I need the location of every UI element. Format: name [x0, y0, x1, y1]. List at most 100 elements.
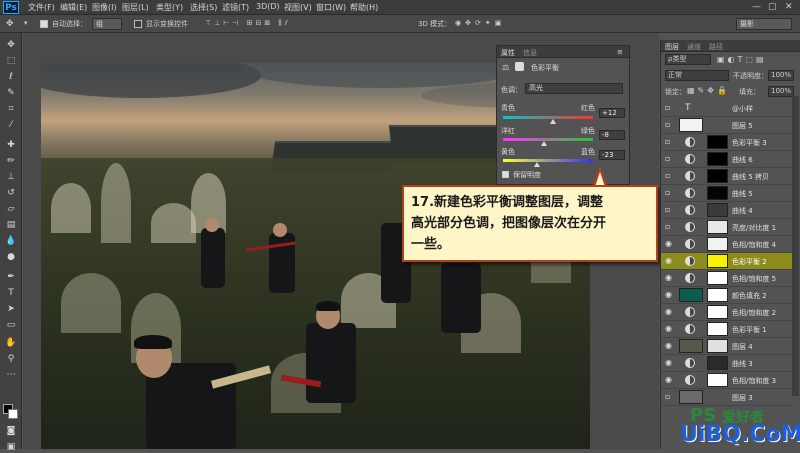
layer-row[interactable]: ▫ 曲线 6: [661, 151, 793, 168]
magenta-green-value[interactable]: -8: [599, 130, 625, 140]
tab-properties[interactable]: 属性: [501, 48, 515, 58]
layer-mask-thumbnail[interactable]: [707, 322, 728, 336]
eye-icon[interactable]: ◉: [665, 342, 674, 350]
layer-mask-thumbnail[interactable]: [707, 339, 728, 353]
path-select-tool-icon[interactable]: ➤: [4, 303, 18, 315]
background-color-swatch[interactable]: [8, 409, 18, 419]
eye-hidden-icon[interactable]: ▫: [665, 189, 674, 197]
layer-row[interactable]: ◉ 色相/饱和度 3: [661, 372, 793, 389]
tool-preset-chevron-icon[interactable]: ▾: [24, 19, 28, 27]
fill-input[interactable]: 100%: [768, 86, 794, 97]
menu-image[interactable]: 图像(I): [92, 2, 117, 13]
layer-row[interactable]: ◉ 色相/饱和度 4: [661, 236, 793, 253]
auto-select-dropdown[interactable]: 组: [92, 18, 122, 30]
layer-mask-thumbnail[interactable]: [707, 203, 728, 217]
layer-thumbnail[interactable]: [679, 390, 703, 404]
more-tools-icon[interactable]: ⋯: [4, 369, 18, 381]
layer-row[interactable]: ▫ 图层 5: [661, 117, 793, 134]
layer-mask-thumbnail[interactable]: [707, 373, 728, 387]
tab-info[interactable]: 信息: [523, 48, 537, 58]
eye-hidden-icon[interactable]: ▫: [665, 393, 674, 401]
tab-layers[interactable]: 图层: [665, 42, 679, 52]
type-tool-icon[interactable]: T: [4, 287, 18, 299]
maximize-icon[interactable]: ▢: [768, 2, 777, 12]
tone-dropdown[interactable]: 高光: [525, 83, 623, 94]
layer-row[interactable]: ▫ 色彩平衡 3: [661, 134, 793, 151]
menu-window[interactable]: 窗口(W): [316, 2, 346, 13]
minimize-icon[interactable]: —: [752, 2, 761, 12]
layer-thumbnail[interactable]: [679, 118, 703, 132]
eye-hidden-icon[interactable]: ▫: [665, 172, 674, 180]
layer-row[interactable]: ◉ 色相/饱和度 5: [661, 270, 793, 287]
mask-icon[interactable]: [515, 62, 524, 71]
tab-paths[interactable]: 路径: [709, 42, 723, 52]
gradient-tool-icon[interactable]: ▤: [4, 219, 18, 231]
move-tool-icon[interactable]: ✥: [6, 19, 14, 29]
menu-select[interactable]: 选择(S): [190, 2, 217, 13]
layers-scrollbar[interactable]: [792, 96, 799, 396]
dodge-tool-icon[interactable]: ●: [4, 251, 18, 263]
layer-row[interactable]: ◉ 颜色填充 2: [661, 287, 793, 304]
eye-icon[interactable]: ◉: [665, 291, 674, 299]
lasso-tool-icon[interactable]: ℓ: [4, 71, 18, 83]
cyan-red-slider[interactable]: [503, 116, 593, 119]
eye-hidden-icon[interactable]: ▫: [665, 138, 674, 146]
menu-type[interactable]: 类型(Y): [156, 2, 183, 13]
eraser-tool-icon[interactable]: ▱: [4, 203, 18, 215]
layer-mask-thumbnail[interactable]: [707, 288, 728, 302]
eye-icon[interactable]: ◉: [665, 240, 674, 248]
zoom-tool-icon[interactable]: ⚲: [4, 353, 18, 365]
hand-tool-icon[interactable]: ✋: [4, 337, 18, 349]
yellow-blue-value[interactable]: -23: [599, 150, 625, 160]
opacity-input[interactable]: 100%: [768, 70, 794, 81]
eye-hidden-icon[interactable]: ▫: [665, 206, 674, 214]
layer-row[interactable]: ◉ 色彩平衡 2: [661, 253, 793, 270]
layer-thumbnail[interactable]: [679, 339, 703, 353]
menu-file[interactable]: 文件(F): [28, 2, 55, 13]
eye-hidden-icon[interactable]: ▫: [665, 155, 674, 163]
eye-icon[interactable]: ◉: [665, 257, 674, 265]
stamp-tool-icon[interactable]: ⊥: [4, 171, 18, 183]
history-brush-tool-icon[interactable]: ↺: [4, 187, 18, 199]
panel-menu-icon[interactable]: ≡: [617, 48, 623, 56]
magenta-green-thumb[interactable]: [541, 141, 548, 146]
eye-hidden-icon[interactable]: ▫: [665, 223, 674, 231]
eye-icon[interactable]: ◉: [665, 376, 674, 384]
tab-channels[interactable]: 通道: [687, 42, 701, 52]
menu-filter[interactable]: 滤镜(T): [222, 2, 249, 13]
layer-mask-thumbnail[interactable]: [707, 271, 728, 285]
layer-row[interactable]: ◉ 图层 4: [661, 338, 793, 355]
layer-thumbnail[interactable]: [679, 288, 703, 302]
move-tool-icon[interactable]: ✥: [4, 39, 18, 51]
menu-layer[interactable]: 图层(L): [122, 2, 149, 13]
layer-mask-thumbnail[interactable]: [707, 356, 728, 370]
lock-icons[interactable]: ▦✎✥🔒: [687, 86, 730, 95]
align-icons[interactable]: ⊤⊥⊢⊣ ⊞⊟⊠ ⫼⫽: [205, 19, 291, 28]
layer-mask-thumbnail[interactable]: [707, 152, 728, 166]
layer-row[interactable]: ▫ T @小样: [661, 100, 793, 117]
marquee-tool-icon[interactable]: ⬚: [4, 55, 18, 67]
eye-icon[interactable]: ◉: [665, 274, 674, 282]
close-icon[interactable]: ✕: [785, 2, 793, 12]
auto-select-checkbox[interactable]: [40, 20, 48, 28]
workspace-dropdown[interactable]: 摄影: [736, 18, 792, 30]
yellow-blue-thumb[interactable]: [534, 162, 541, 167]
3d-tools-icons[interactable]: ◉✥⟳✦▣: [455, 19, 505, 27]
quick-select-tool-icon[interactable]: ✎: [4, 87, 18, 99]
layer-mask-thumbnail[interactable]: [707, 305, 728, 319]
layer-mask-thumbnail[interactable]: [707, 220, 728, 234]
layer-row[interactable]: ▫ 曲线 5 拷贝: [661, 168, 793, 185]
layer-mask-thumbnail[interactable]: [707, 254, 728, 268]
brush-tool-icon[interactable]: ✏: [4, 155, 18, 167]
cyan-red-thumb[interactable]: [550, 119, 557, 124]
eye-hidden-icon[interactable]: ▫: [665, 104, 674, 112]
blend-mode-dropdown[interactable]: 正常: [665, 70, 729, 81]
quick-mask-icon[interactable]: ◙: [4, 425, 18, 437]
preserve-luminosity-checkbox[interactable]: [502, 171, 509, 178]
yellow-blue-slider[interactable]: [503, 159, 593, 162]
layer-kind-filter[interactable]: ρ类型: [665, 54, 711, 65]
layer-row[interactable]: ◉ 色相/饱和度 2: [661, 304, 793, 321]
menu-help[interactable]: 帮助(H): [350, 2, 378, 13]
eye-hidden-icon[interactable]: ▫: [665, 121, 674, 129]
layer-row[interactable]: ▫ 图层 3: [661, 389, 793, 406]
